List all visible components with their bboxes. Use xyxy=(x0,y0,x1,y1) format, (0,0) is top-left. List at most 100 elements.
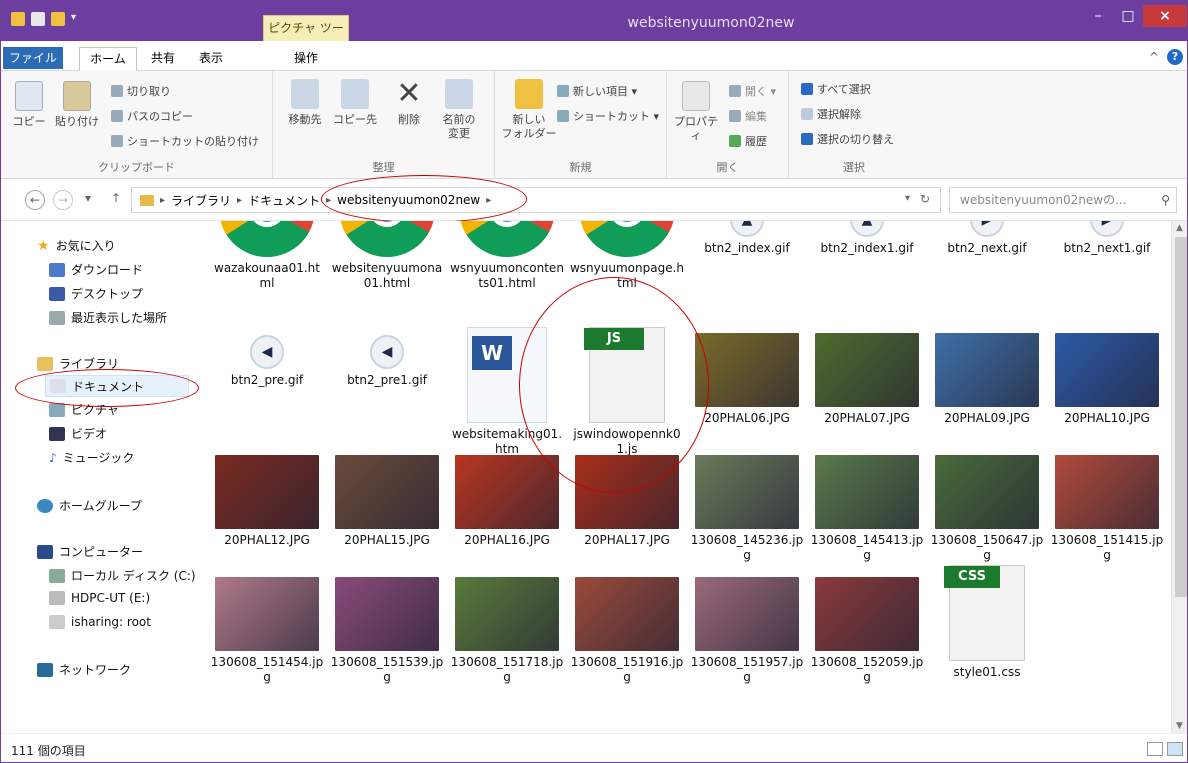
history-button[interactable]: 履歴 xyxy=(729,133,767,149)
nav-homegroup[interactable]: ホームグループ xyxy=(37,497,142,514)
invert-selection-button[interactable]: 選択の切り替え xyxy=(801,131,894,147)
file-item[interactable]: 20PHAL12.JPG xyxy=(209,455,325,548)
address-bar[interactable]: ▸ ライブラリ ▸ ドキュメント ▸ websitenyuumon02new ▸… xyxy=(131,187,941,213)
minimize-button[interactable]: – xyxy=(1083,5,1113,27)
breadcrumb-library[interactable]: ライブラリ xyxy=(171,192,231,209)
nav-hdpc[interactable]: HDPC-UT (E:) xyxy=(49,591,150,605)
rename-button[interactable]: 名前の 変更 xyxy=(437,79,481,141)
file-item[interactable]: wsnyuumoncontents01.html xyxy=(449,221,565,291)
file-item[interactable]: 130608_145413.jpg xyxy=(809,455,925,563)
address-dropdown-icon[interactable]: ▾ xyxy=(905,193,910,204)
delete-button[interactable]: ✕ 削除 xyxy=(391,79,427,127)
file-name: 20PHAL12.JPG xyxy=(224,533,310,547)
file-item[interactable]: wazakounaa01.html xyxy=(209,221,325,291)
move-to-button[interactable]: 移動先 xyxy=(283,79,327,127)
edit-button[interactable]: 編集 xyxy=(729,108,767,124)
tab-share[interactable]: 共有 xyxy=(141,47,185,71)
file-item[interactable]: 20PHAL16.JPG xyxy=(449,455,565,548)
file-name: 130608_151916.jpg xyxy=(570,655,684,684)
file-item[interactable]: ▶ btn2_next.gif xyxy=(929,221,1045,256)
file-item[interactable]: 130608_151916.jpg xyxy=(569,577,685,685)
recent-locations-icon[interactable]: ▾ xyxy=(85,191,91,205)
file-item[interactable]: 130608_151415.jpg xyxy=(1049,455,1165,563)
new-item-button[interactable]: 新しい項目 ▾ xyxy=(557,83,637,99)
file-item[interactable]: ▲ btn2_index.gif xyxy=(689,221,805,256)
copy-button[interactable]: コピー xyxy=(9,81,49,129)
file-item[interactable]: 130608_152059.jpg xyxy=(809,577,925,685)
large-icons-view-icon[interactable] xyxy=(1167,742,1183,756)
file-item[interactable]: 20PHAL10.JPG xyxy=(1049,333,1165,426)
new-folder-icon[interactable] xyxy=(51,12,65,26)
music-icon: ♪ xyxy=(49,450,57,465)
nav-local-disk[interactable]: ローカル ディスク (C:) xyxy=(49,567,196,584)
file-item[interactable]: 130608_151957.jpg xyxy=(689,577,805,685)
photo-thumbnail xyxy=(695,577,799,651)
forward-button[interactable]: → xyxy=(53,190,73,210)
file-item[interactable]: 130608_151718.jpg xyxy=(449,577,565,685)
paste-shortcut-button[interactable]: ショートカットの貼り付け xyxy=(111,133,259,149)
nav-downloads[interactable]: ダウンロード xyxy=(49,261,143,278)
properties-icon[interactable] xyxy=(31,12,45,26)
vertical-scrollbar[interactable]: ▲ ▼ xyxy=(1171,221,1187,733)
css-file-icon: CSS xyxy=(944,565,1025,661)
nav-recent[interactable]: 最近表示した場所 xyxy=(49,309,167,326)
file-item[interactable]: ▲ btn2_index1.gif xyxy=(809,221,925,256)
file-item[interactable]: 130608_145236.jpg xyxy=(689,455,805,563)
file-item[interactable]: ▶ btn2_next1.gif xyxy=(1049,221,1165,256)
file-item[interactable]: CSS style01.css xyxy=(929,565,1045,680)
back-button[interactable]: ← xyxy=(25,190,45,210)
nav-isharing[interactable]: isharing: root xyxy=(49,615,151,629)
annotation-circle xyxy=(519,277,709,493)
tab-manage[interactable]: 操作 xyxy=(271,47,341,71)
search-input[interactable]: websitenyuumon02newの... ⚲ xyxy=(949,187,1177,213)
select-all-button[interactable]: すべて選択 xyxy=(801,81,871,97)
search-icon[interactable]: ⚲ xyxy=(1161,188,1170,212)
nav-videos[interactable]: ビデオ xyxy=(49,425,107,442)
help-icon[interactable]: ? xyxy=(1167,49,1183,65)
scroll-up-icon[interactable]: ▲ xyxy=(1176,223,1183,233)
select-none-button[interactable]: 選択解除 xyxy=(801,106,861,122)
scroll-down-icon[interactable]: ▼ xyxy=(1176,721,1183,731)
cut-button[interactable]: 切り取り xyxy=(111,83,171,99)
file-item[interactable]: 130608_151539.jpg xyxy=(329,577,445,685)
file-name: 20PHAL16.JPG xyxy=(464,533,550,547)
paste-button[interactable]: 貼り付け xyxy=(55,81,99,129)
customize-icon[interactable]: ▾ xyxy=(71,12,81,26)
photo-thumbnail xyxy=(215,455,319,529)
open-button[interactable]: 開く ▾ xyxy=(729,83,776,99)
file-item[interactable]: 130608_150647.jpg xyxy=(929,455,1045,563)
open-group: プロパティ 開く ▾ 編集 履歴 開く xyxy=(667,71,789,179)
close-button[interactable]: × xyxy=(1143,5,1187,27)
folder-icon[interactable] xyxy=(11,12,25,26)
photo-thumbnail xyxy=(575,577,679,651)
new-folder-button[interactable]: 新しい フォルダー xyxy=(501,79,557,141)
details-view-icon[interactable] xyxy=(1147,742,1163,756)
tab-home[interactable]: ホーム xyxy=(79,47,137,71)
file-name: 20PHAL10.JPG xyxy=(1064,411,1150,425)
nav-music[interactable]: ♪ ミュージック xyxy=(49,449,134,466)
file-item[interactable]: ◀ btn2_pre.gif xyxy=(209,333,325,388)
file-item[interactable]: 20PHAL07.JPG xyxy=(809,333,925,426)
file-item[interactable]: 20PHAL15.JPG xyxy=(329,455,445,548)
properties-button[interactable]: プロパティ xyxy=(671,81,721,143)
up-button[interactable]: ↑ xyxy=(111,191,121,205)
file-item[interactable]: 130608_151454.jpg xyxy=(209,577,325,685)
breadcrumb-documents[interactable]: ドキュメント xyxy=(248,192,320,209)
refresh-icon[interactable]: ↻ xyxy=(920,192,930,206)
scroll-thumb[interactable] xyxy=(1175,237,1187,597)
file-item[interactable]: websitenyuumona01.html xyxy=(329,221,445,291)
nav-network[interactable]: ネットワーク xyxy=(37,661,131,678)
file-item[interactable]: 20PHAL09.JPG xyxy=(929,333,1045,426)
collapse-ribbon-icon[interactable]: ^ xyxy=(1149,50,1159,64)
nav-computer[interactable]: コンピューター xyxy=(37,543,143,560)
nav-favorites[interactable]: ★ お気に入り xyxy=(37,237,116,254)
file-item[interactable]: ◀ btn2_pre1.gif xyxy=(329,333,445,388)
copy-path-button[interactable]: パスのコピー xyxy=(111,108,193,124)
tab-file[interactable]: ファイル xyxy=(3,47,63,69)
photo-thumbnail xyxy=(455,577,559,651)
easy-access-button[interactable]: ショートカット ▾ xyxy=(557,108,659,124)
nav-desktop[interactable]: デスクトップ xyxy=(49,285,143,302)
tab-view[interactable]: 表示 xyxy=(189,47,233,71)
maximize-button[interactable]: □ xyxy=(1113,5,1143,27)
copy-to-button[interactable]: コピー先 xyxy=(331,79,379,127)
